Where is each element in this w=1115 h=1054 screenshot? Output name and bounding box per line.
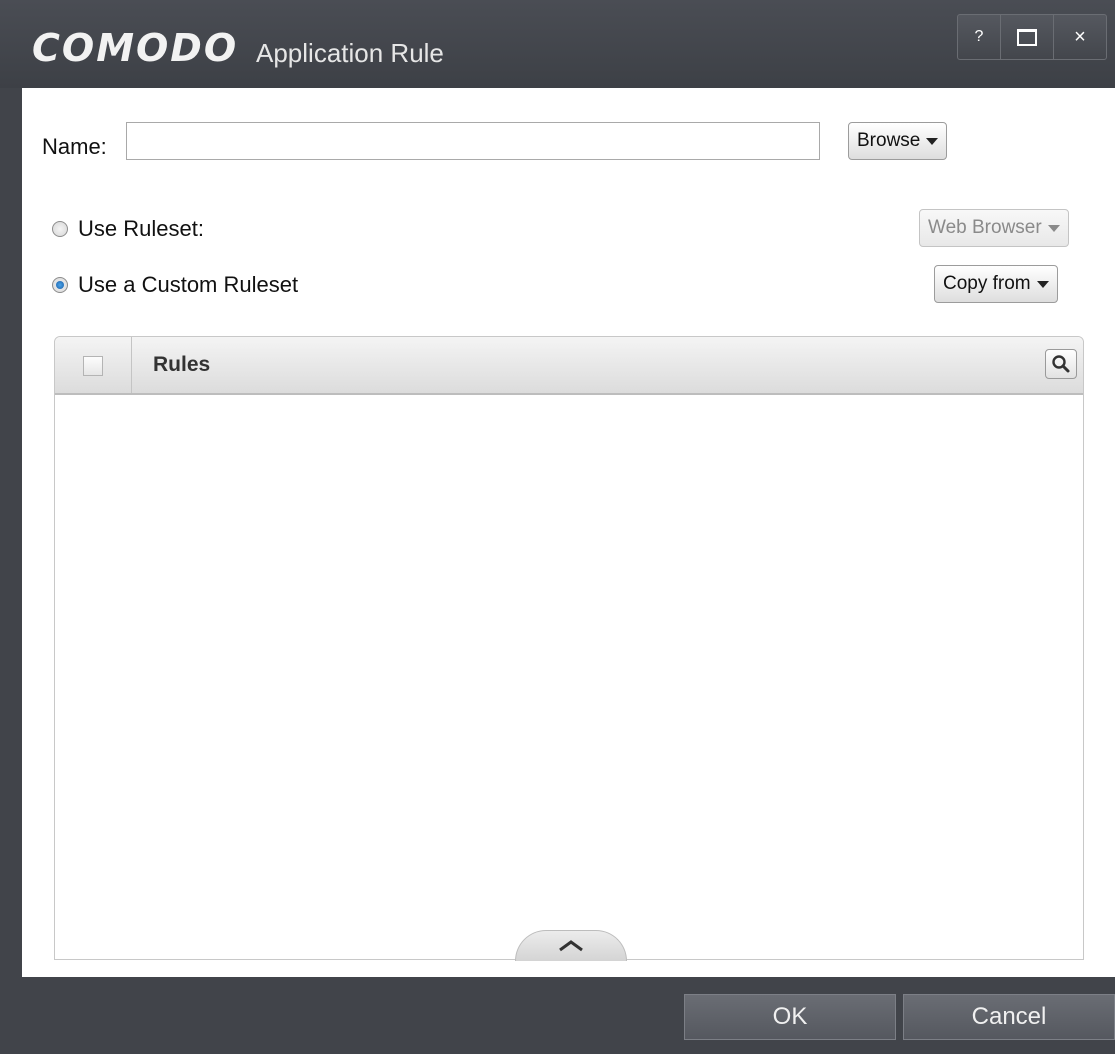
application-rule-dialog: COMODO Application Rule ? × Name: Browse… — [0, 0, 1115, 1054]
name-input[interactable] — [126, 122, 820, 160]
rules-table-header: Rules — [55, 337, 1083, 395]
copy-from-button[interactable]: Copy from — [934, 265, 1058, 303]
close-button[interactable]: × — [1053, 15, 1106, 59]
copy-from-label: Copy from — [943, 273, 1031, 294]
browse-button[interactable]: Browse — [848, 122, 948, 160]
caption-buttons: ? × — [957, 14, 1107, 60]
rules-table: Rules — [54, 336, 1084, 961]
custom-ruleset-radio[interactable] — [52, 277, 68, 293]
help-button[interactable]: ? — [958, 15, 1000, 59]
use-ruleset-radio[interactable] — [52, 221, 68, 237]
chevron-down-icon — [926, 137, 939, 145]
rules-column-header[interactable]: Rules — [153, 353, 210, 377]
window-title: Application Rule — [256, 38, 444, 68]
cancel-button[interactable]: Cancel — [903, 994, 1115, 1040]
ruleset-select-value: Web Browser — [928, 217, 1042, 238]
select-all-cell — [55, 337, 132, 393]
search-icon — [1052, 355, 1070, 373]
browse-label: Browse — [857, 130, 921, 151]
chevron-up-icon — [559, 940, 583, 952]
comodo-logo: COMODO — [32, 26, 239, 70]
ruleset-select[interactable]: Web Browser — [919, 209, 1069, 247]
expand-panel-tab[interactable] — [515, 930, 627, 961]
maximize-button[interactable] — [1000, 15, 1053, 59]
search-button[interactable] — [1045, 349, 1077, 379]
use-ruleset-label: Use Ruleset: — [78, 216, 204, 241]
use-ruleset-option[interactable]: Use Ruleset: — [52, 216, 204, 242]
ok-button[interactable]: OK — [684, 994, 896, 1040]
custom-ruleset-option[interactable]: Use a Custom Ruleset — [52, 272, 298, 298]
select-all-checkbox[interactable] — [83, 356, 103, 376]
name-label: Name: — [42, 134, 107, 159]
chevron-down-icon — [1047, 224, 1060, 232]
maximize-icon — [1017, 28, 1037, 46]
content-panel: Name: Browse Use Ruleset: Web Browser Us… — [22, 88, 1115, 977]
custom-ruleset-label: Use a Custom Ruleset — [78, 272, 299, 297]
chevron-down-icon — [1036, 280, 1049, 288]
title-bar[interactable]: COMODO Application Rule ? × — [0, 0, 1115, 88]
